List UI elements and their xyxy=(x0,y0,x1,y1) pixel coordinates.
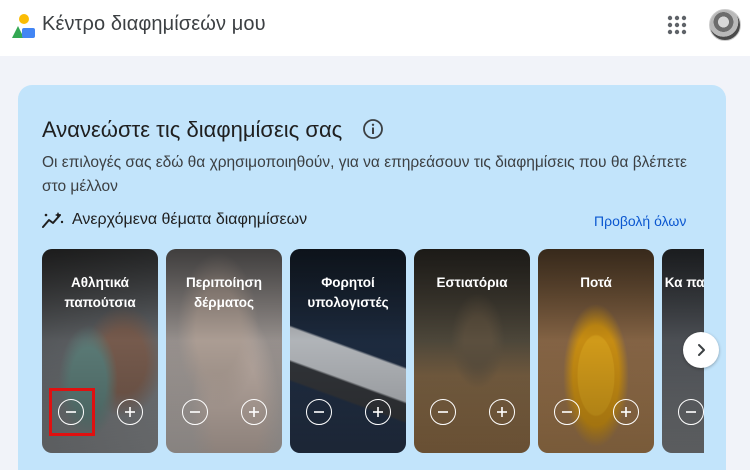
tile-label: Περιποίηση δέρματος xyxy=(186,275,262,310)
remove-topic-button[interactable] xyxy=(182,399,208,425)
plus-circle-icon xyxy=(497,407,507,417)
remove-topic-button[interactable] xyxy=(58,399,84,425)
tile-label: Κα παν xyxy=(664,275,704,290)
info-icon[interactable] xyxy=(362,118,384,140)
refresh-ads-card: Ανανεώστε τις διαφημίσεις σας Οι επιλογέ… xyxy=(18,85,726,470)
topic-tile-skincare[interactable]: Περιποίηση δέρματος xyxy=(166,249,282,453)
topic-tile-drinks[interactable]: Ποτά xyxy=(538,249,654,453)
app-title: Κέντρο διαφημίσεών μου xyxy=(42,13,266,35)
tile-label: Ποτά xyxy=(580,275,612,290)
apps-grid-icon[interactable] xyxy=(664,12,690,38)
carousel-next-button[interactable] xyxy=(683,332,719,368)
add-topic-button[interactable] xyxy=(489,399,515,425)
topic-tile-restaurants[interactable]: Εστιατόρια xyxy=(414,249,530,453)
app-header: Κέντρο διαφημίσεών μου xyxy=(0,0,750,56)
topic-carousel: Αθλητικά παπούτσια Περιποίηση δέρματος Φ… xyxy=(42,249,704,455)
chevron-right-icon xyxy=(698,344,705,356)
card-title: Ανανεώστε τις διαφημίσεις σας xyxy=(42,117,343,142)
remove-topic-button[interactable] xyxy=(430,399,456,425)
add-topic-button[interactable] xyxy=(365,399,391,425)
add-topic-button[interactable] xyxy=(613,399,639,425)
minus-circle-icon xyxy=(66,411,76,413)
minus-circle-icon xyxy=(190,411,200,413)
topic-tile-laptops[interactable]: Φορητοί υπολογιστές xyxy=(290,249,406,453)
topic-tile-sneakers[interactable]: Αθλητικά παπούτσια xyxy=(42,249,158,453)
add-topic-button[interactable] xyxy=(117,399,143,425)
ads-center-logo xyxy=(12,14,35,38)
tile-label: Εστιατόρια xyxy=(436,275,508,290)
tile-label: Αθλητικά παπούτσια xyxy=(64,275,136,310)
remove-topic-button[interactable] xyxy=(678,399,704,425)
remove-topic-button[interactable] xyxy=(554,399,580,425)
section-title: Ανερχόμενα θέματα διαφημίσεων xyxy=(72,211,308,228)
card-description: Οι επιλογές σας εδώ θα χρησιμοποιηθούν, … xyxy=(42,154,687,195)
plus-circle-icon xyxy=(373,407,383,417)
plus-circle-icon xyxy=(249,407,259,417)
minus-circle-icon xyxy=(562,411,572,413)
view-all-link[interactable]: Προβολή όλων xyxy=(594,213,686,229)
minus-circle-icon xyxy=(314,411,324,413)
minus-circle-icon xyxy=(686,411,696,413)
add-topic-button[interactable] xyxy=(241,399,267,425)
minus-circle-icon xyxy=(438,411,448,413)
tile-label: Φορητοί υπολογιστές xyxy=(307,275,389,310)
trending-icon xyxy=(42,212,64,228)
avatar[interactable] xyxy=(709,9,741,41)
plus-circle-icon xyxy=(621,407,631,417)
plus-circle-icon xyxy=(125,407,135,417)
remove-topic-button[interactable] xyxy=(306,399,332,425)
